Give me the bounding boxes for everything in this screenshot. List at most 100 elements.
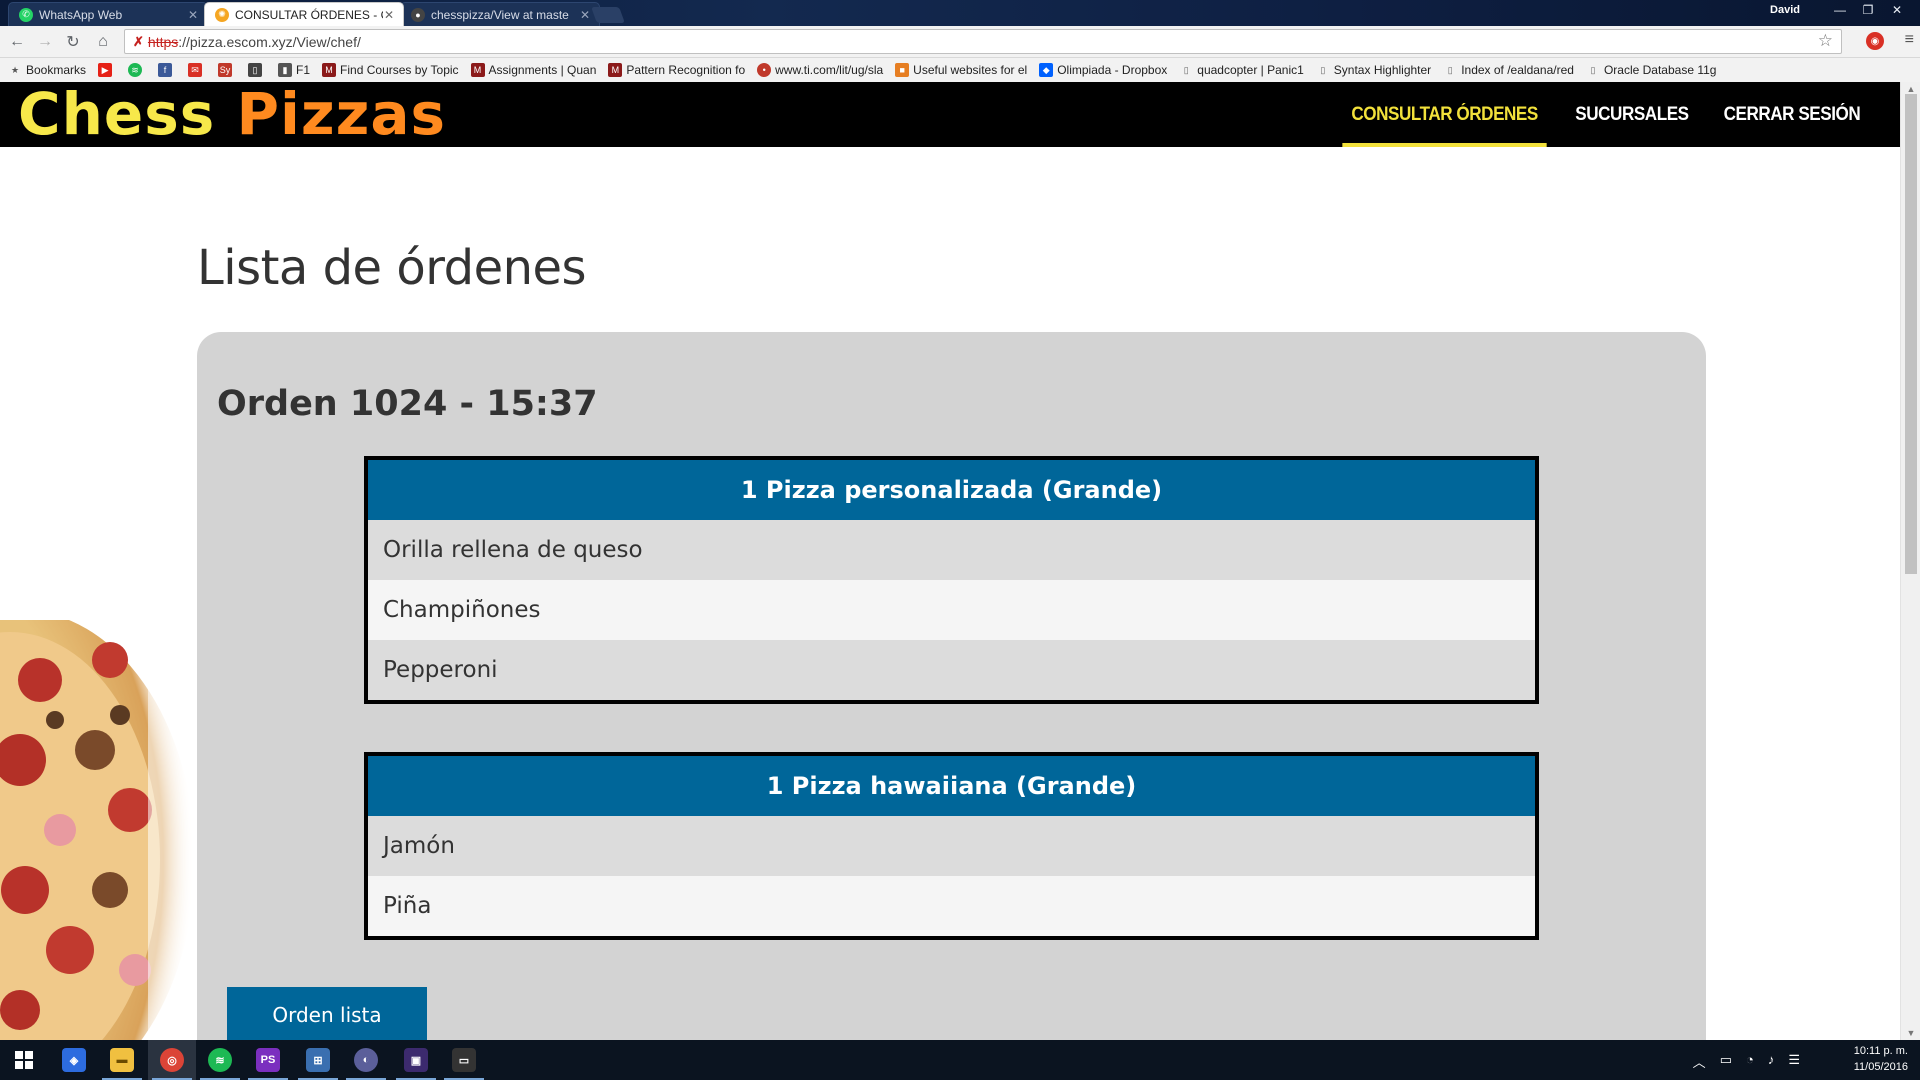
bookmark-item[interactable]: • www.ti.com/lit/ug/sla xyxy=(757,63,883,77)
spotify-icon: ≋ xyxy=(128,63,143,77)
page-icon: ▯ xyxy=(1183,64,1189,75)
wifi-icon[interactable]: ◔ xyxy=(1746,1052,1754,1071)
scroll-down-icon[interactable]: ▼ xyxy=(1901,1028,1920,1038)
tab-consultar-ordenes[interactable]: ✺ CONSULTAR ÓRDENES - C ✕ xyxy=(204,2,404,26)
tab-whatsapp[interactable]: ✆ WhatsApp Web ✕ xyxy=(8,2,208,26)
action-center-icon[interactable]: ☰ xyxy=(1788,1052,1800,1071)
bookmark-gmail[interactable]: ✉ xyxy=(188,63,206,77)
logo-word-chess: Chess xyxy=(18,80,216,148)
close-tab-icon[interactable]: ✕ xyxy=(187,8,199,22)
taskbar-app-visualstudio[interactable]: ▣ xyxy=(392,1040,440,1080)
bookmark-item[interactable]: M Find Courses by Topic xyxy=(322,63,459,77)
taskbar-app-shield[interactable]: ◈ xyxy=(50,1040,98,1080)
system-clock[interactable]: 10:11 p. m. 11/05/2016 xyxy=(1854,1043,1908,1075)
close-window-icon[interactable]: ✕ xyxy=(1882,0,1912,20)
nav-cerrar-sesion[interactable]: CERRAR SESIÓN xyxy=(1715,82,1870,147)
ingredient-row: Orilla rellena de queso xyxy=(368,520,1535,580)
mit-icon: M xyxy=(470,63,485,77)
ingredient-row: Champiñones xyxy=(368,580,1535,640)
bookmark-f1[interactable]: ▮ F1 xyxy=(278,63,310,77)
chevron-up-icon[interactable]: ︿ xyxy=(1693,1052,1706,1071)
page-icon: ▯ xyxy=(1447,64,1453,75)
pizza-item-header: 1 Pizza hawaiiana (Grande) xyxy=(368,756,1535,816)
forward-icon[interactable]: → xyxy=(34,31,56,53)
url-path: ://pizza.escom.xyz/View/chef/ xyxy=(178,33,361,50)
bookmark-item[interactable]: ▯ Index of /ealdana/red xyxy=(1443,63,1574,77)
tab-github[interactable]: ● chesspizza/View at maste ✕ xyxy=(400,2,600,26)
folder-icon: ▬ xyxy=(110,1048,134,1072)
pizza-item-table: 1 Pizza hawaiiana (Grande) Jamón Piña xyxy=(364,752,1539,940)
start-button[interactable] xyxy=(0,1040,48,1080)
site-logo[interactable]: Chess Pizzas xyxy=(18,84,446,144)
ingredient-row: Pepperoni xyxy=(368,640,1535,700)
nav-consultar-ordenes[interactable]: CONSULTAR ÓRDENES xyxy=(1342,82,1547,147)
bookmark-youtube[interactable]: ▶ xyxy=(98,63,116,77)
bookmark-doc[interactable]: ▯ xyxy=(248,63,266,77)
bookmark-star-icon[interactable]: ☆ xyxy=(1818,31,1833,51)
scroll-up-icon[interactable]: ▲ xyxy=(1901,84,1920,94)
bookmark-label: Find Courses by Topic xyxy=(340,63,459,77)
site-header: Chess Pizzas CONSULTAR ÓRDENES SUCURSALE… xyxy=(0,82,1900,147)
taskbar-app-network[interactable]: ⊞ xyxy=(294,1040,342,1080)
taskbar-app-explorer[interactable]: ▬ xyxy=(98,1040,146,1080)
close-tab-icon[interactable]: ✕ xyxy=(383,8,395,22)
windows-taskbar: ◈ ▬ ◎ ≋ PS ⊞ ◐ ▣ ▭ ︿ ▭ ◔ ♪ ☰ 10:11 p. m.… xyxy=(0,1040,1920,1080)
scrollbar-thumb[interactable] xyxy=(1905,94,1917,574)
taskbar-app-eclipse[interactable]: ◐ xyxy=(342,1040,390,1080)
tab-title: WhatsApp Web xyxy=(39,7,123,22)
taskbar-app-spotify[interactable]: ≋ xyxy=(196,1040,244,1080)
browser-tab-bar: ✆ WhatsApp Web ✕ ✺ CONSULTAR ÓRDENES - C… xyxy=(0,0,1920,26)
mit-icon: M xyxy=(322,63,337,77)
close-tab-icon[interactable]: ✕ xyxy=(579,8,591,22)
bookmark-item[interactable]: ▯ Oracle Database 11g xyxy=(1586,63,1717,77)
menu-icon[interactable]: ≡ xyxy=(1905,31,1914,49)
bookmark-label: www.ti.com/lit/ug/sla xyxy=(775,63,884,77)
taskbar-app-chrome[interactable]: ◎ xyxy=(148,1040,196,1080)
profile-name[interactable]: David xyxy=(1770,4,1800,16)
home-icon[interactable]: ⌂ xyxy=(92,31,114,53)
url-scheme: https xyxy=(147,33,179,50)
tab-title: CONSULTAR ÓRDENES - C xyxy=(235,7,383,22)
taskbar-app-terminal[interactable]: ▭ xyxy=(440,1040,488,1080)
system-tray: ︿ ▭ ◔ ♪ ☰ xyxy=(1693,1052,1800,1071)
bookmarks-bar: ★ Bookmarks ▶ ≋ f ✉ Sy ▯ ▮ F1 M Find Course… xyxy=(0,58,1920,82)
sy-icon: Sy xyxy=(218,63,233,77)
new-tab-button[interactable] xyxy=(591,7,625,23)
bookmark-label: Oracle Database 11g xyxy=(1603,63,1717,77)
bookmark-facebook[interactable]: f xyxy=(158,63,176,77)
network-app-icon: ⊞ xyxy=(306,1048,330,1072)
nav-sucursales[interactable]: SUCURSALES xyxy=(1567,82,1698,147)
back-icon[interactable]: ← xyxy=(6,31,28,53)
pizza-item-header: 1 Pizza personalizada (Grande) xyxy=(368,460,1535,520)
minimize-icon[interactable]: — xyxy=(1828,0,1852,20)
bookmark-sy[interactable]: Sy xyxy=(218,63,236,77)
reload-icon[interactable]: ↻ xyxy=(62,31,84,53)
bookmark-item[interactable]: ◆ Olimpiada - Dropbox xyxy=(1039,63,1167,77)
bookmark-item[interactable]: ★ Bookmarks xyxy=(8,63,86,77)
restore-icon[interactable]: ❐ xyxy=(1856,0,1880,20)
bookmark-item[interactable]: M Pattern Recognition fo xyxy=(608,63,745,77)
insecure-lock-icon[interactable]: ✗ xyxy=(133,34,144,50)
bookmark-item[interactable]: ▯ Syntax Highlighter xyxy=(1316,63,1431,77)
address-bar[interactable]: ✗ https://pizza.escom.xyz/View/chef/ ☆ xyxy=(124,29,1842,54)
page-icon: ▯ xyxy=(1590,64,1596,75)
battery-icon[interactable]: ▭ xyxy=(1720,1052,1732,1071)
github-icon: ● xyxy=(411,7,425,22)
volume-icon[interactable]: ♪ xyxy=(1768,1052,1775,1071)
ingredient-row: Jamón xyxy=(368,816,1535,876)
taskbar-app-phpstorm[interactable]: PS xyxy=(244,1040,292,1080)
page-scrollbar[interactable]: ▲ ▼ xyxy=(1900,82,1920,1040)
bookmark-label: Index of /ealdana/red xyxy=(1461,63,1574,77)
pizza-favicon-icon: ✺ xyxy=(215,7,229,22)
bookmark-item[interactable]: ▯ quadcopter | Panic1 xyxy=(1179,63,1304,77)
pizza-background-image xyxy=(0,620,200,1040)
bookmark-item[interactable]: M Assignments | Quan xyxy=(470,63,596,77)
bookmark-icon: ■ xyxy=(895,63,910,77)
pizza-item-table: 1 Pizza personalizada (Grande) Orilla re… xyxy=(364,456,1539,704)
order-card: Orden 1024 - 15:37 1 Pizza personalizada… xyxy=(197,332,1706,1062)
star-icon: ★ xyxy=(10,64,20,75)
bookmark-spotify[interactable]: ≋ xyxy=(128,63,146,77)
order-ready-button[interactable]: Orden lista xyxy=(227,987,427,1043)
bookmark-item[interactable]: ■ Useful websites for el xyxy=(895,63,1027,77)
extension-icon[interactable]: ◉ xyxy=(1866,32,1884,50)
